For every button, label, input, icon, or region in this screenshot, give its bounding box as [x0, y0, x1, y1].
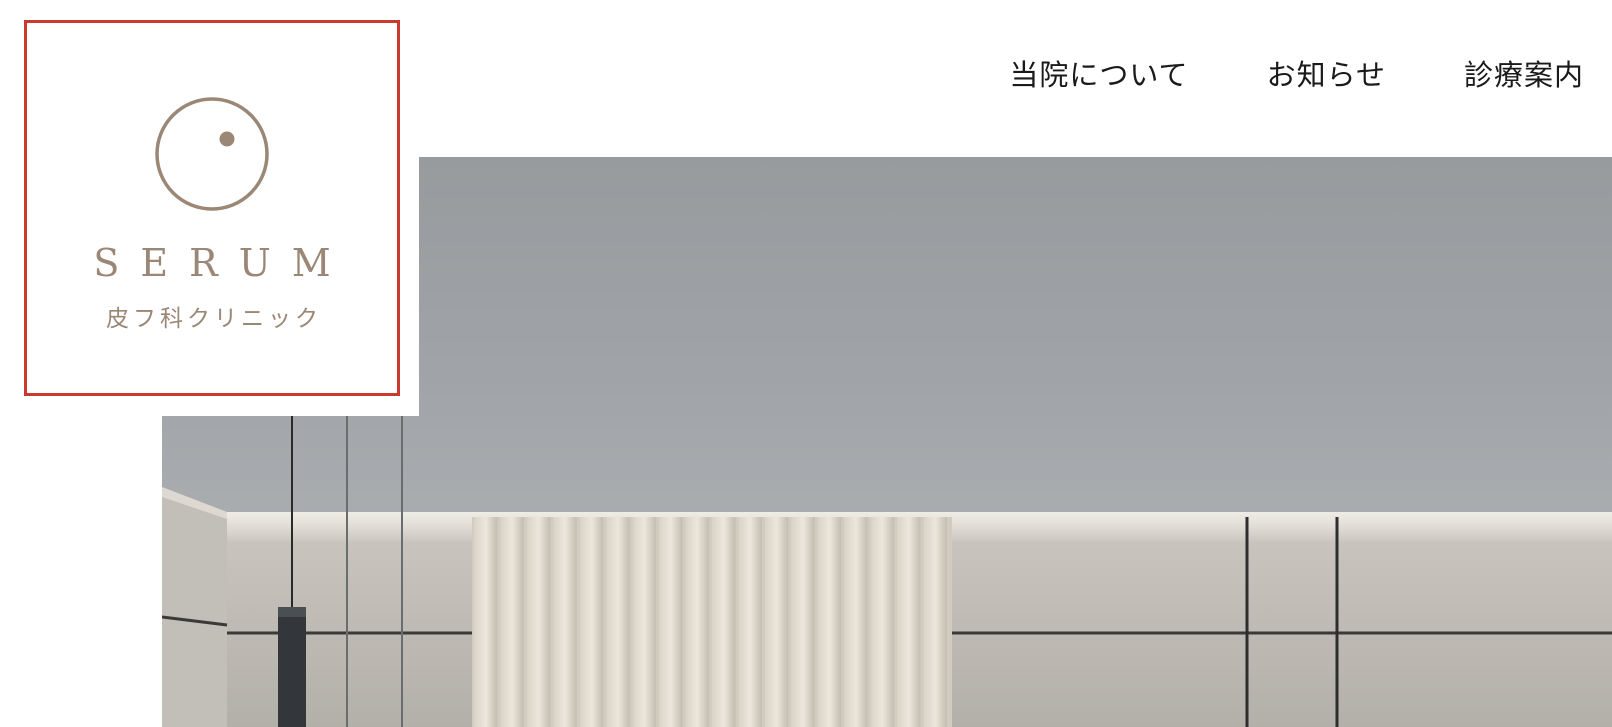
wood-slat [606, 517, 630, 727]
nav-item-services[interactable]: 診療案内 [1464, 52, 1584, 94]
wood-slat [659, 517, 683, 727]
wood-slat [923, 517, 947, 727]
logo-container[interactable]: SERUM 皮フ科クリニック [0, 0, 419, 416]
logo-box[interactable]: SERUM 皮フ科クリニック [24, 20, 400, 396]
wood-slat [791, 517, 815, 727]
nav-item-news[interactable]: お知らせ [1267, 52, 1386, 94]
wood-slat [685, 517, 709, 727]
logo-subtitle: 皮フ科クリニック [106, 306, 322, 332]
wood-slat [897, 517, 921, 727]
wood-slat [553, 517, 577, 727]
main-nav: 当院について お知らせ 診療案内 [1009, 52, 1584, 94]
wood-slat [474, 517, 498, 727]
wood-slat [500, 517, 524, 727]
wood-slat [870, 517, 895, 727]
logo-name: SERUM [93, 241, 352, 285]
nav-item-about[interactable]: 当院について [1009, 52, 1188, 94]
wood-slat [738, 517, 762, 727]
wood-slat [632, 517, 657, 727]
wood-slat [579, 517, 604, 727]
wood-slat [817, 517, 842, 727]
wood-slat [844, 517, 868, 727]
circle-dot-logo-icon [155, 97, 269, 211]
wood-slat [712, 517, 736, 727]
wood-slat [764, 517, 789, 727]
wood-slat [526, 517, 551, 727]
